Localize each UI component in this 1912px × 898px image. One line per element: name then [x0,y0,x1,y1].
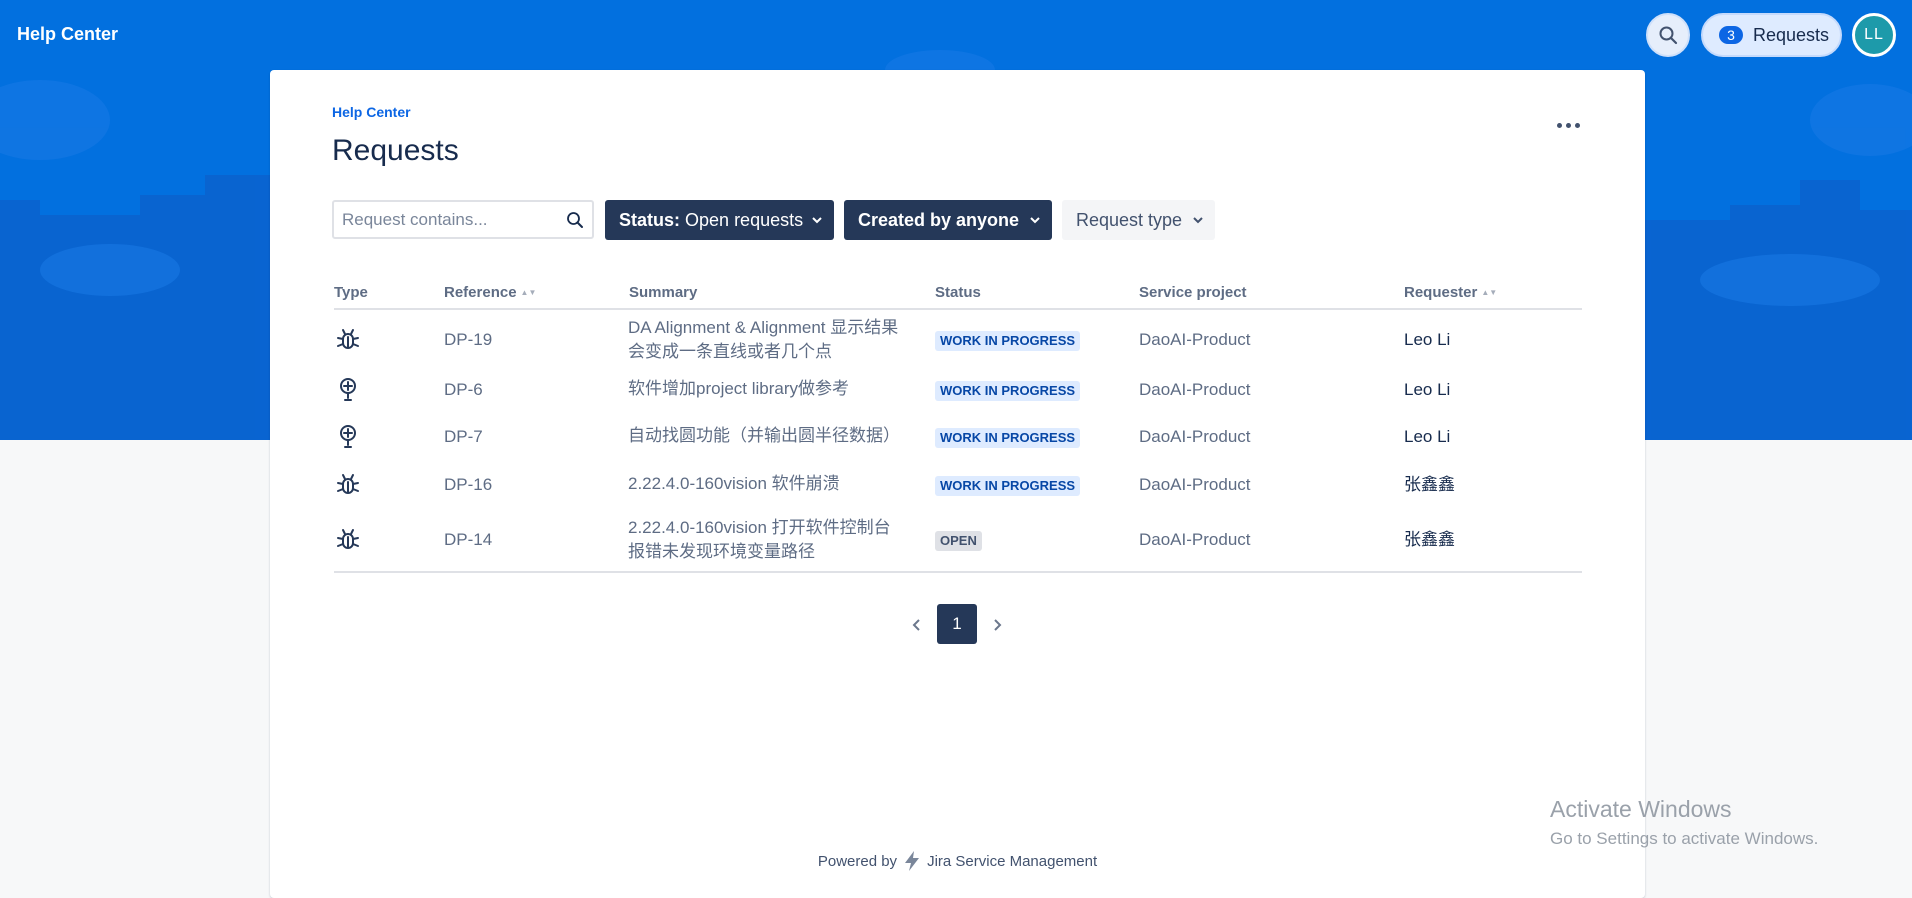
chevron-right-icon[interactable] [990,618,1004,632]
service-project: DaoAI-Product [1139,530,1251,549]
chevron-down-icon [812,217,822,224]
search-icon[interactable] [566,211,584,229]
request-search-input[interactable] [334,202,554,237]
bug-icon [337,329,359,349]
requests-card: Help Center Requests Status: Open reques… [270,70,1645,898]
created-by-filter-label: Created by anyone [858,209,1020,230]
table-row[interactable]: DP-19 DA Alignment & Alignment 显示结果 会变成一… [334,310,1582,370]
column-header-requester[interactable]: Requester ▲▼ [1404,284,1497,301]
powered-by-label: Powered by [817,852,898,870]
footer: Powered by Jira Service Management [270,850,1645,872]
request-reference[interactable]: DP-16 [444,473,492,497]
more-dot-icon [1556,122,1562,128]
requester: Leo Li [1404,427,1451,446]
status-badge: OPEN [935,531,982,551]
sort-icon: ▲▼ [1481,288,1498,297]
status-badge: WORK IN PROGRESS [935,476,1081,496]
summary-line: 会变成一条直线或者几个点 [628,342,832,361]
bug-icon [337,529,359,549]
status-badge: WORK IN PROGRESS [935,428,1081,448]
status-filter-key: Status: [619,209,681,230]
request-search-field[interactable] [332,200,594,239]
more-dot-icon [1574,122,1580,128]
status-filter-dropdown[interactable]: Status: Open requests [605,200,834,240]
summary-line: 报错未发现环境变量路径 [628,542,815,561]
summary-line: DA Alignment & Alignment 显示结果 [628,318,899,337]
table-row[interactable]: DP-6 软件增加project library做参考 WORK IN PROG… [334,370,1582,417]
column-header-service-project: Service project [1139,284,1247,301]
column-header-requester-label: Requester [1404,284,1478,301]
request-reference[interactable]: DP-14 [444,528,492,552]
sort-icon: ▲▼ [520,288,537,297]
summary-line: 2.22.4.0-160vision 打开软件控制台 [628,518,891,537]
table-row[interactable]: DP-14 2.22.4.0-160vision 打开软件控制台 报错未发现环境… [334,512,1582,572]
column-header-reference-label: Reference [444,284,517,301]
status-filter-value: Open requests [685,209,804,230]
column-header-type: Type [334,284,368,301]
request-reference[interactable]: DP-7 [444,425,483,449]
chevron-down-icon [1193,217,1203,224]
lightbulb-icon [340,378,356,401]
table-row[interactable]: DP-7 自动找圆功能（并输出圆半径数据） WORK IN PROGRESS D… [334,417,1582,464]
breadcrumb-help-center[interactable]: Help Center [332,104,411,120]
more-actions-button[interactable] [1548,110,1588,140]
top-navigation: Help Center 3 Requests LL [0,0,1912,70]
requester: Leo Li [1404,330,1451,349]
requests-button[interactable]: 3 Requests [1701,13,1842,57]
request-reference[interactable]: DP-19 [444,328,492,352]
service-project: DaoAI-Product [1139,330,1251,349]
table-bottom-divider [334,571,1582,573]
request-summary[interactable]: 2.22.4.0-160vision 软件崩溃 [628,472,840,496]
service-project: DaoAI-Product [1139,427,1251,446]
pagination: 1 [270,604,1645,644]
requests-table: Type Reference ▲▼ Summary Status Service … [334,284,1582,572]
status-badge: WORK IN PROGRESS [935,331,1081,351]
global-search-button[interactable] [1646,13,1690,57]
requester: Leo Li [1404,380,1451,399]
page-title: Requests [332,134,459,167]
lightning-bolt-icon [905,851,920,871]
more-dot-icon [1565,122,1571,128]
created-by-filter-dropdown[interactable]: Created by anyone [844,200,1052,240]
jira-service-management-link[interactable]: Jira Service Management [927,853,1097,870]
table-header-row: Type Reference ▲▼ Summary Status Service … [334,284,1582,310]
requester: 张鑫鑫 [1404,475,1455,494]
column-header-reference[interactable]: Reference ▲▼ [444,284,536,301]
request-reference[interactable]: DP-6 [444,378,483,402]
column-header-status: Status [935,284,981,301]
requests-count-badge: 3 [1719,26,1743,44]
search-icon [1659,26,1678,45]
service-project: DaoAI-Product [1139,380,1251,399]
status-badge: WORK IN PROGRESS [935,381,1081,401]
request-summary[interactable]: DA Alignment & Alignment 显示结果 会变成一条直线或者几… [628,316,898,364]
chevron-down-icon [1030,217,1040,224]
request-summary[interactable]: 软件增加project library做参考 [628,377,849,401]
request-summary[interactable]: 2.22.4.0-160vision 打开软件控制台 报错未发现环境变量路径 [628,516,891,564]
table-row[interactable]: DP-16 2.22.4.0-160vision 软件崩溃 WORK IN PR… [334,464,1582,512]
user-avatar[interactable]: LL [1852,13,1896,57]
watermark-title: Activate Windows [1550,796,1732,822]
requester: 张鑫鑫 [1404,530,1455,549]
activate-windows-watermark: Activate Windows Go to Settings to activ… [1550,796,1818,849]
watermark-subtitle: Go to Settings to activate Windows. [1550,829,1819,848]
column-header-summary: Summary [629,284,698,301]
lightbulb-icon [340,425,356,448]
requests-button-label: Requests [1753,24,1830,45]
service-project: DaoAI-Product [1139,475,1251,494]
chevron-left-icon[interactable] [910,618,924,632]
request-summary[interactable]: 自动找圆功能（并输出圆半径数据） [628,424,900,448]
page-button-current[interactable]: 1 [937,604,977,644]
request-type-filter-dropdown[interactable]: Request type [1062,200,1215,240]
request-type-filter-label: Request type [1076,209,1183,230]
bug-icon [337,474,359,494]
help-center-home-link[interactable]: Help Center [17,24,118,45]
